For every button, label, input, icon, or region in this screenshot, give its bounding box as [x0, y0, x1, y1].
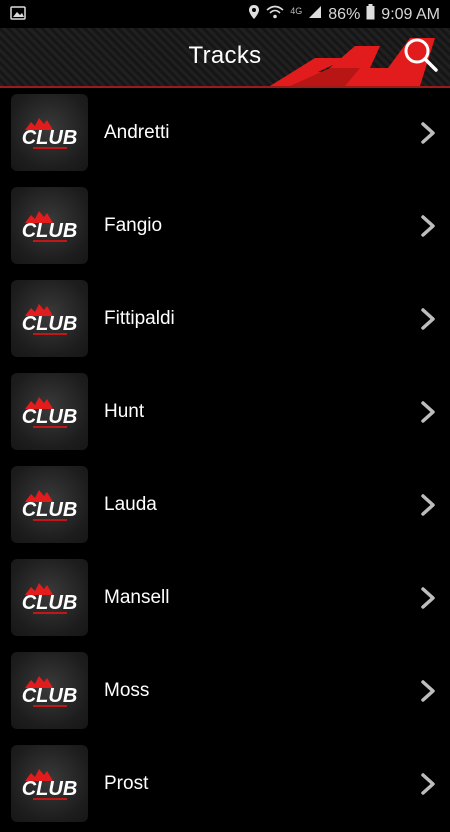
club-wordmark: CLUB [22, 127, 78, 149]
search-icon[interactable] [402, 36, 440, 74]
club-wordmark: CLUB [22, 499, 78, 521]
gallery-icon [10, 5, 26, 26]
track-item-andretti[interactable]: CLUB Andretti [0, 88, 450, 181]
track-item-lauda[interactable]: CLUB Lauda [0, 460, 450, 553]
track-name: Andretti [104, 122, 170, 143]
club-logo-thumbnail: CLUB [11, 280, 88, 357]
track-item-prost[interactable]: CLUB Prost [0, 739, 450, 832]
club-wordmark: CLUB [22, 406, 78, 428]
wifi-icon [266, 5, 284, 24]
club-logo-thumbnail: CLUB [11, 745, 88, 822]
chevron-right-icon [421, 401, 435, 423]
chevron-right-icon [421, 308, 435, 330]
track-name: Fittipaldi [104, 308, 175, 329]
chevron-right-icon [421, 587, 435, 609]
club-wordmark: CLUB [22, 313, 78, 335]
location-icon [248, 4, 260, 25]
track-name: Lauda [104, 494, 157, 515]
tracks-list: CLUB Andretti CLUB Fangio CLUB Fittipald… [0, 88, 450, 832]
club-logo-thumbnail: CLUB [11, 373, 88, 450]
chevron-right-icon [421, 680, 435, 702]
battery-icon [366, 4, 375, 25]
track-name: Mansell [104, 587, 170, 608]
page-title: Tracks [188, 42, 262, 69]
club-logo-thumbnail: CLUB [11, 94, 88, 171]
search-button[interactable] [402, 36, 440, 74]
network-type: 4G [290, 5, 303, 16]
chevron-right-icon [421, 122, 435, 144]
app-header: Tracks [0, 28, 450, 88]
track-item-moss[interactable]: CLUB Moss [0, 646, 450, 739]
club-wordmark: CLUB [22, 778, 78, 800]
club-wordmark: CLUB [22, 685, 78, 707]
chevron-right-icon [421, 215, 435, 237]
track-name: Moss [104, 680, 150, 701]
track-name: Prost [104, 773, 149, 794]
club-wordmark: CLUB [22, 592, 78, 614]
club-logo-thumbnail: CLUB [11, 559, 88, 636]
clock: 9:09 AM [381, 5, 440, 23]
chevron-right-icon [421, 494, 435, 516]
club-logo-thumbnail: CLUB [11, 466, 88, 543]
battery-percent: 86% [328, 5, 361, 23]
track-item-mansell[interactable]: CLUB Mansell [0, 553, 450, 646]
signal-icon [308, 5, 322, 24]
chevron-right-icon [421, 773, 435, 795]
track-item-fittipaldi[interactable]: CLUB Fittipaldi [0, 274, 450, 367]
track-name: Fangio [104, 215, 163, 236]
track-item-hunt[interactable]: CLUB Hunt [0, 367, 450, 460]
club-logo-thumbnail: CLUB [11, 652, 88, 729]
club-logo-thumbnail: CLUB [11, 187, 88, 264]
track-item-fangio[interactable]: CLUB Fangio [0, 181, 450, 274]
track-name: Hunt [104, 401, 145, 422]
club-wordmark: CLUB [22, 220, 78, 242]
status-bar: 4G 86% 9:09 AM [0, 0, 450, 28]
